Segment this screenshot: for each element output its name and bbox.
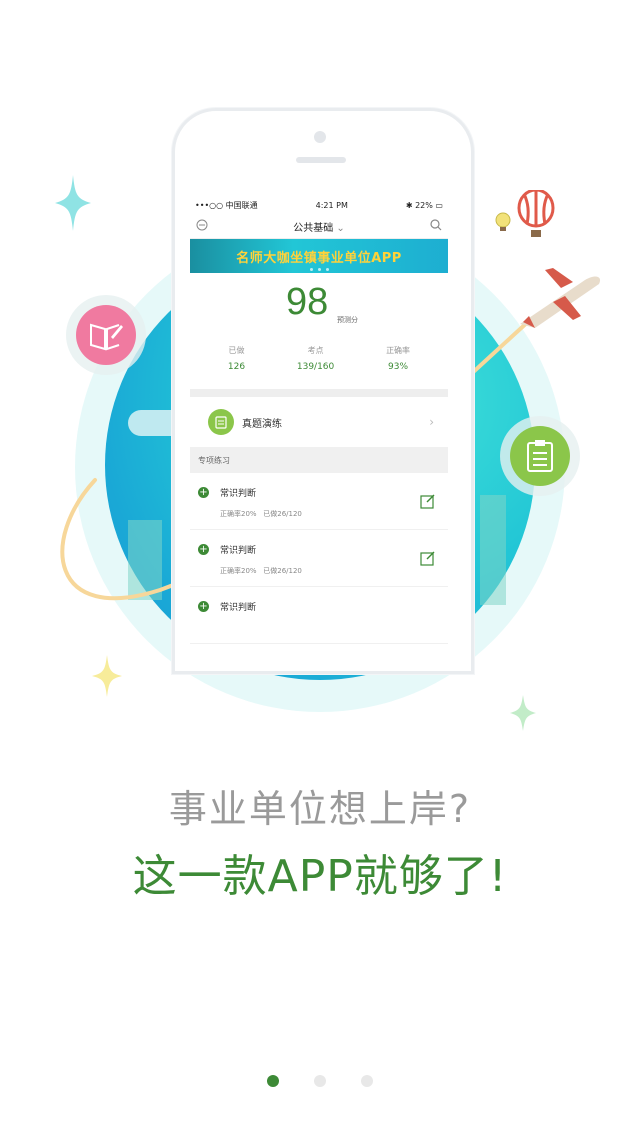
- airplane-icon: [520, 268, 601, 328]
- battery-text: ✱ 22% ▭: [405, 200, 443, 210]
- practice-item[interactable]: + 常识判断 正确率20% 已做26/120: [190, 473, 448, 530]
- stat-label: 已做: [228, 346, 245, 355]
- practice-title: 常识判断: [220, 546, 257, 556]
- balloon-icon: [517, 190, 555, 237]
- practice-meta: 正确率20% 已做26/120: [220, 509, 302, 519]
- phone-camera: [314, 131, 326, 143]
- zhenti-row[interactable]: 真题演练 ›: [190, 397, 448, 447]
- balloon-icon: [495, 212, 511, 231]
- practice-accuracy: 正确率20%: [220, 567, 257, 575]
- stat-accuracy: 正确率 93%: [386, 345, 410, 381]
- predicted-score: 98: [286, 281, 329, 323]
- score-unit: 预测分: [337, 316, 358, 324]
- edit-icon[interactable]: [420, 493, 436, 509]
- nav-bar: 公共基础 ⌄: [190, 214, 448, 239]
- plus-icon[interactable]: +: [198, 544, 209, 555]
- stat-label: 考点: [307, 346, 324, 355]
- illustration: •••○○ 中国联通 4:21 PM ✱ 22% ▭ 公共基础 ⌄ 名师大咖坐镇…: [0, 0, 640, 731]
- practice-done: 已做26/120: [263, 567, 302, 575]
- book-badge: [66, 295, 146, 375]
- clipboard-icon: [510, 426, 570, 486]
- practice-title: 常识判断: [220, 603, 257, 613]
- battery-percent: 22%: [415, 200, 433, 210]
- clipboard-icon: [208, 409, 234, 435]
- chevron-down-icon: ⌄: [336, 222, 345, 234]
- stat-value: 126: [227, 362, 246, 372]
- sparkle-icon: [510, 695, 536, 731]
- stat-done: 已做 126: [228, 345, 245, 381]
- plus-icon[interactable]: +: [198, 601, 209, 612]
- practice-item[interactable]: + 常识判断: [190, 587, 448, 644]
- phone-speaker: [296, 157, 346, 163]
- message-icon[interactable]: [196, 219, 208, 234]
- page-dot[interactable]: [314, 1075, 326, 1087]
- sparkle-icon: [92, 655, 122, 697]
- sparkle-icon: [55, 175, 91, 231]
- practice-title: 常识判断: [220, 489, 257, 499]
- score-area: 98 预测分: [190, 273, 448, 345]
- time-text: 4:21 PM: [315, 200, 348, 210]
- stats-row: 已做 126 考点 139/160 正确率 93%: [190, 345, 448, 381]
- practice-item[interactable]: + 常识判断 正确率20% 已做26/120: [190, 530, 448, 587]
- book-edit-icon: [76, 305, 136, 365]
- banner-text: 名师大咖坐镇事业单位APP: [236, 250, 402, 266]
- subject-title: 公共基础: [293, 222, 334, 234]
- edit-icon[interactable]: [420, 550, 436, 566]
- stat-points: 考点 139/160: [297, 345, 334, 381]
- page-dot-active[interactable]: [267, 1075, 279, 1087]
- status-bar: •••○○ 中国联通 4:21 PM ✱ 22% ▭: [190, 196, 448, 214]
- page-dot[interactable]: [361, 1075, 373, 1087]
- clipboard-badge: [500, 416, 580, 496]
- banner-pager: [190, 268, 448, 271]
- stat-value: 139/160: [296, 362, 335, 372]
- page-indicator: [0, 1075, 640, 1087]
- headline-question: 事业单位想上岸?: [168, 787, 472, 831]
- carrier-text: •••○○ 中国联通: [195, 200, 258, 210]
- phone-mockup: •••○○ 中国联通 4:21 PM ✱ 22% ▭ 公共基础 ⌄ 名师大咖坐镇…: [172, 108, 474, 674]
- stat-label: 正确率: [386, 346, 411, 355]
- stat-value: 93%: [388, 362, 409, 372]
- search-icon[interactable]: [430, 218, 442, 234]
- chevron-right-icon: ›: [429, 415, 434, 429]
- subject-dropdown[interactable]: 公共基础 ⌄: [293, 219, 345, 234]
- zhenti-label: 真题演练: [242, 418, 282, 430]
- phone-screen: •••○○ 中国联通 4:21 PM ✱ 22% ▭ 公共基础 ⌄ 名师大咖坐镇…: [190, 196, 448, 671]
- plus-icon[interactable]: +: [198, 487, 209, 498]
- practice-meta: 正确率20% 已做26/120: [220, 566, 302, 576]
- practice-done: 已做26/120: [263, 510, 302, 518]
- promo-banner[interactable]: 名师大咖坐镇事业单位APP: [190, 239, 448, 273]
- headline-answer: 这一款APP就够了!: [132, 851, 508, 902]
- section-header: 专项练习: [190, 447, 448, 473]
- practice-accuracy: 正确率20%: [220, 510, 257, 518]
- divider: [190, 389, 448, 397]
